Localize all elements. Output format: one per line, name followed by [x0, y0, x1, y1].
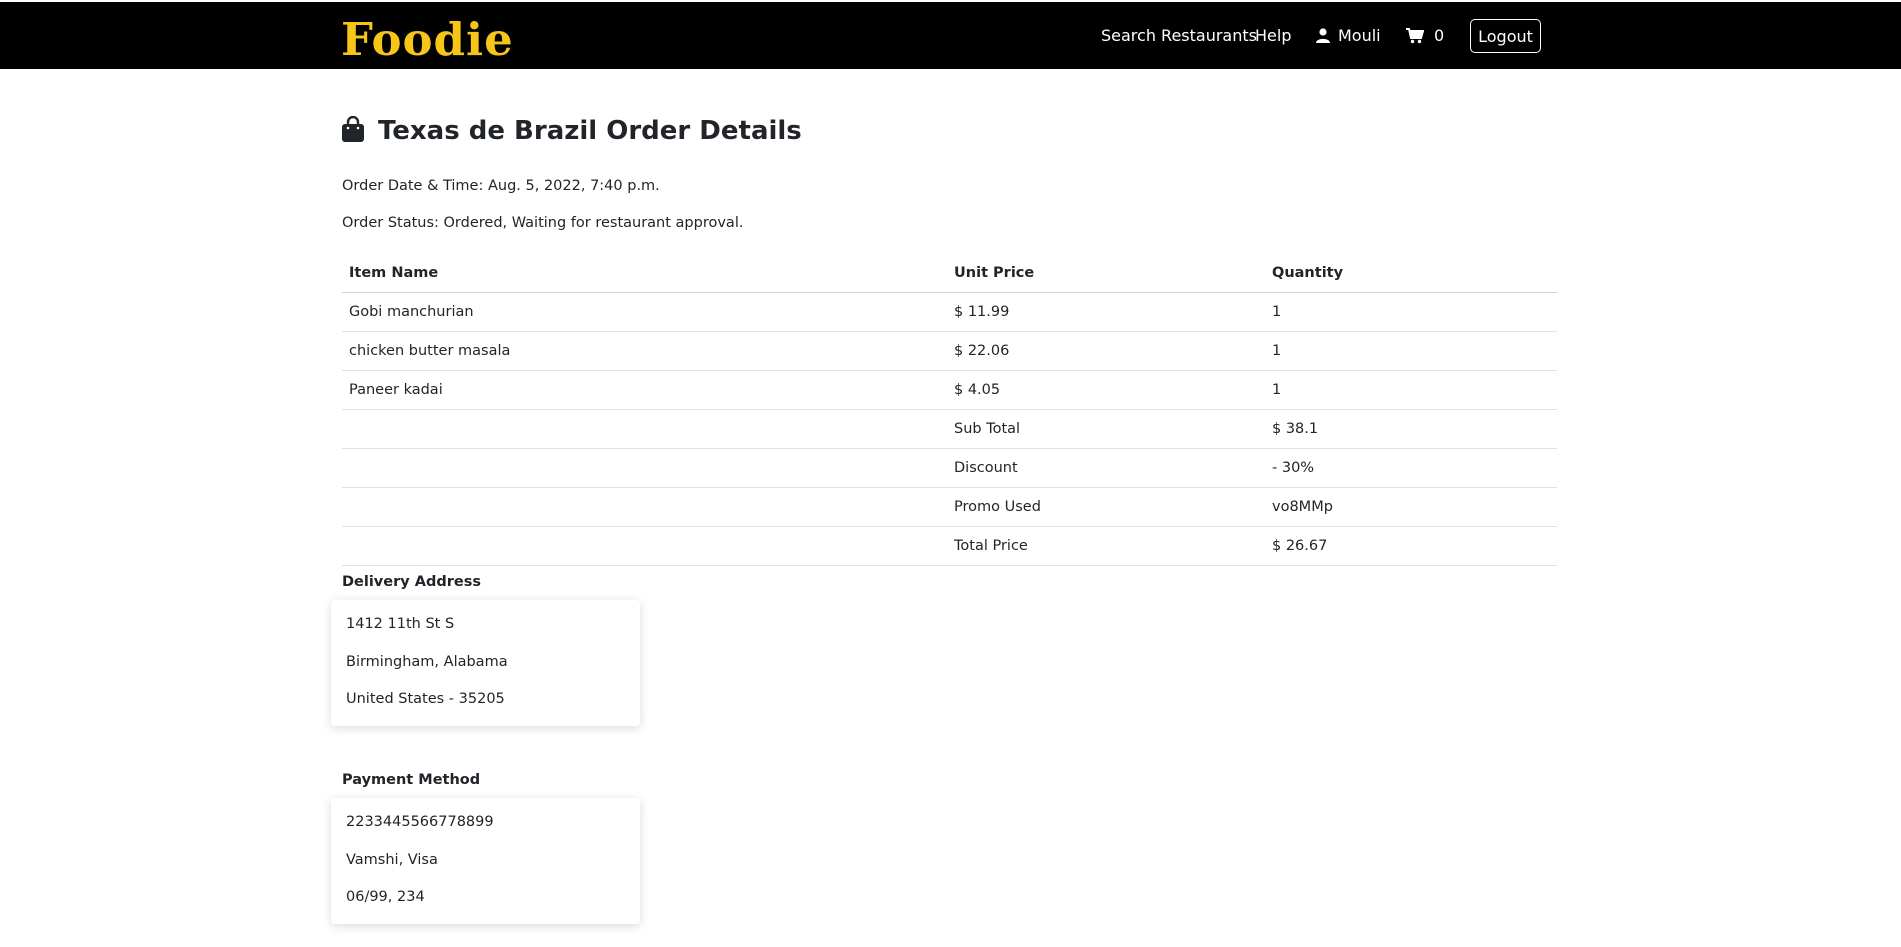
table-row: chicken butter masala $ 22.06 1 — [342, 331, 1557, 371]
column-header-quantity: Quantity — [1265, 254, 1557, 293]
table-row: Paneer kadai $ 4.05 1 — [342, 370, 1557, 410]
item-unit-price: $ 11.99 — [947, 292, 1265, 332]
logo-text: Foodie — [341, 12, 514, 66]
nav-user-menu[interactable]: Mouli — [1316, 2, 1381, 69]
page-title-row: Texas de Brazil Order Details — [342, 114, 802, 148]
address-line-street: 1412 11th St S — [346, 616, 455, 632]
summary-label: Promo Used — [947, 487, 1265, 527]
nav-help[interactable]: Help — [1255, 26, 1291, 45]
item-quantity: 1 — [1265, 331, 1557, 371]
foodie-logo[interactable]: Foodie — [341, 12, 514, 66]
payment-card-expiry: 06/99, 234 — [346, 889, 425, 905]
summary-row-total: Total Price $ 26.67 — [342, 526, 1557, 566]
payment-card-holder: Vamshi, Visa — [346, 852, 438, 868]
delivery-address-card: 1412 11th St S Birmingham, Alabama Unite… — [331, 600, 640, 726]
summary-label: Discount — [947, 448, 1265, 488]
payment-card-number: 2233445566778899 — [346, 814, 494, 830]
summary-label: Total Price — [947, 526, 1265, 566]
item-name: chicken butter masala — [342, 331, 947, 371]
nav-cart[interactable]: 0 — [1406, 2, 1444, 69]
summary-value: vo8MMp — [1265, 487, 1557, 527]
column-header-unit-price: Unit Price — [947, 254, 1265, 293]
page-title: Texas de Brazil Order Details — [378, 116, 802, 146]
item-name: Paneer kadai — [342, 370, 947, 410]
order-status: Order Status: Ordered, Waiting for resta… — [342, 215, 744, 231]
summary-row-discount: Discount - 30% — [342, 448, 1557, 488]
address-line-country: United States - 35205 — [346, 691, 505, 707]
cart-count[interactable]: 0 — [1434, 26, 1444, 45]
table-header-row: Item Name Unit Price Quantity — [342, 254, 1557, 293]
summary-value: - 30% — [1265, 448, 1557, 488]
summary-value: $ 26.67 — [1265, 526, 1557, 566]
item-name: Gobi manchurian — [342, 292, 947, 332]
summary-row-promo: Promo Used vo8MMp — [342, 487, 1557, 527]
address-line-city: Birmingham, Alabama — [346, 654, 508, 670]
logout-button[interactable]: Logout — [1470, 19, 1541, 53]
nav-search-restaurants[interactable]: Search Restaurants — [1101, 26, 1257, 45]
order-date: Order Date & Time: Aug. 5, 2022, 7:40 p.… — [342, 178, 660, 194]
order-items-table: Item Name Unit Price Quantity Gobi manch… — [342, 254, 1557, 566]
nav-user-name[interactable]: Mouli — [1338, 26, 1381, 45]
item-unit-price: $ 4.05 — [947, 370, 1265, 410]
delivery-address-label: Delivery Address — [342, 574, 481, 590]
summary-value: $ 38.1 — [1265, 409, 1557, 449]
summary-row-subtotal: Sub Total $ 38.1 — [342, 409, 1557, 449]
top-navbar: Foodie Search Restaurants Help Mouli 0 L… — [0, 2, 1901, 69]
table-row: Gobi manchurian $ 11.99 1 — [342, 292, 1557, 332]
summary-label: Sub Total — [947, 409, 1265, 449]
column-header-item-name: Item Name — [342, 254, 947, 293]
user-icon — [1316, 28, 1330, 43]
payment-method-label: Payment Method — [342, 772, 481, 788]
payment-method-card: 2233445566778899 Vamshi, Visa 06/99, 234 — [331, 798, 640, 924]
cart-icon — [1406, 27, 1424, 44]
item-quantity: 1 — [1265, 370, 1557, 410]
item-unit-price: $ 22.06 — [947, 331, 1265, 371]
item-quantity: 1 — [1265, 292, 1557, 332]
shopping-bag-icon — [342, 115, 364, 146]
